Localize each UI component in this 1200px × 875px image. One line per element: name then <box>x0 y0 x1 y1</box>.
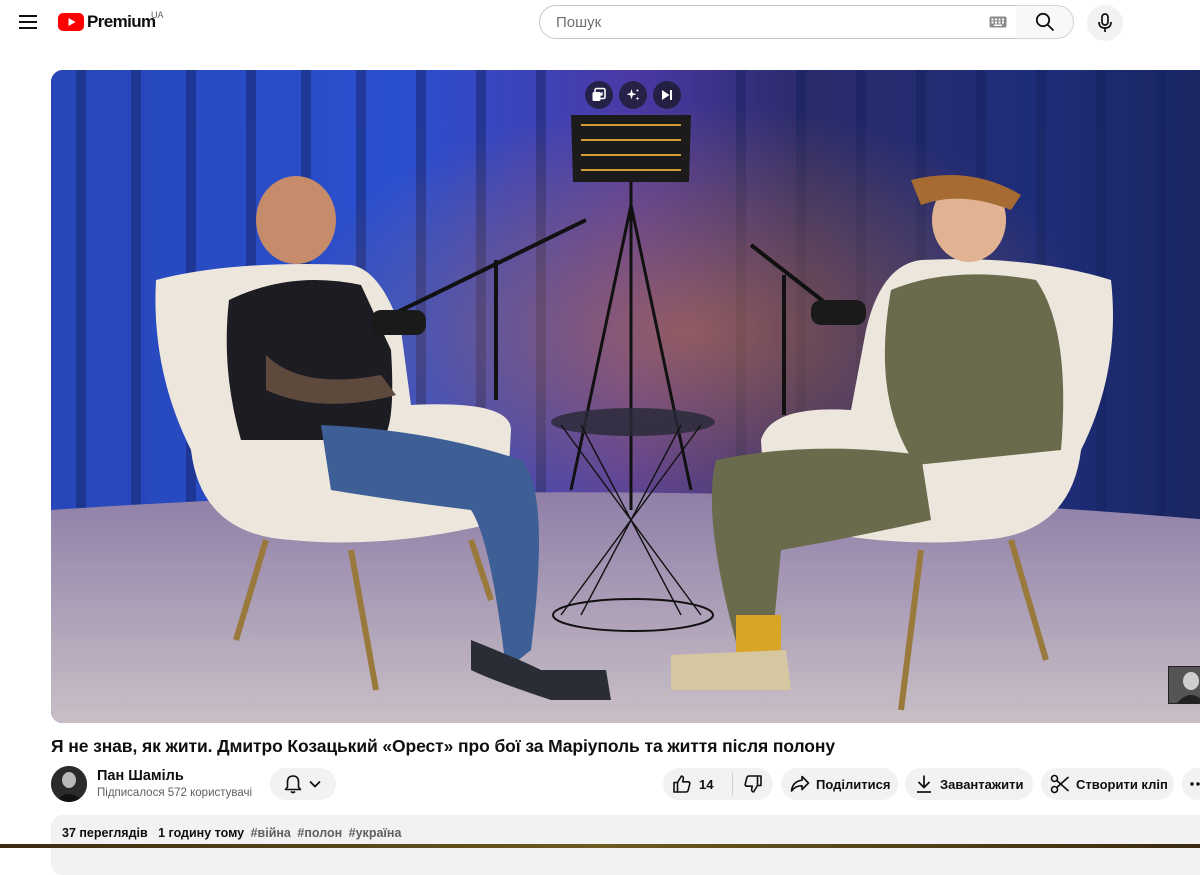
search-input[interactable] <box>554 12 978 32</box>
menu-icon <box>19 15 37 29</box>
download-button[interactable]: Завантажити <box>905 768 1033 800</box>
chevron-down-icon <box>309 780 321 788</box>
download-label: Завантажити <box>940 776 1024 792</box>
search-icon <box>1035 12 1054 32</box>
scissors-icon <box>1050 774 1070 794</box>
channel-watermark[interactable] <box>1168 666 1200 704</box>
region-code: UA <box>151 10 164 20</box>
thumbs-down-icon <box>744 775 763 793</box>
create-clip-label: Створити кліп <box>1076 776 1168 792</box>
publish-time: 1 годину тому <box>158 826 245 840</box>
like-dislike-group: 14 <box>663 768 773 800</box>
download-icon <box>917 775 931 793</box>
more-icon <box>1190 782 1200 786</box>
bottom-edge-strip <box>0 844 1200 848</box>
view-count: 37 переглядів <box>62 826 148 840</box>
keyboard-icon[interactable] <box>989 16 1007 28</box>
hashtag-link[interactable]: #війна <box>251 826 291 840</box>
bell-icon <box>284 775 302 794</box>
mic-icon <box>1098 13 1112 32</box>
dislike-button[interactable] <box>733 768 773 800</box>
channel-name[interactable]: Пан Шаміль <box>97 768 184 784</box>
channel-avatar[interactable] <box>51 766 87 802</box>
youtube-logo-icon <box>58 13 84 31</box>
video-player[interactable] <box>51 70 1200 723</box>
more-actions-button[interactable] <box>1182 768 1200 800</box>
ai-sparkle-icon <box>626 89 640 101</box>
subscriber-count: Підписалося 572 користувачі <box>97 787 253 799</box>
voice-search-button[interactable] <box>1087 5 1123 41</box>
skip-next-button[interactable] <box>653 81 681 109</box>
miniplayer-button[interactable] <box>585 81 613 109</box>
hashtag-link[interactable]: #україна <box>349 826 402 840</box>
hashtag-link[interactable]: #полон <box>297 826 342 840</box>
logo-text: Premium <box>87 12 156 31</box>
menu-button[interactable] <box>14 8 42 36</box>
share-icon <box>790 775 810 792</box>
miniplayer-icon <box>592 87 606 101</box>
thumbs-up-icon <box>673 775 691 793</box>
notifications-button[interactable] <box>270 768 336 800</box>
search-box <box>539 5 1017 39</box>
masthead: Premium UA <box>0 0 1200 46</box>
search-button[interactable] <box>1016 5 1074 39</box>
player-overlay-controls <box>585 81 681 109</box>
avatar-portrait-icon <box>51 766 87 802</box>
share-label: Поділитися <box>816 776 891 792</box>
video-frame <box>51 70 1200 723</box>
like-count: 14 <box>699 776 714 792</box>
ai-sparkle-button[interactable] <box>619 81 647 109</box>
youtube-premium-logo[interactable]: Premium <box>58 12 156 32</box>
watermark-portrait-icon <box>1169 667 1200 703</box>
video-title: Я не знав, як жити. Дмитро Козацький «Ор… <box>51 736 835 756</box>
skip-next-icon <box>662 90 672 100</box>
share-button[interactable]: Поділитися <box>781 768 898 800</box>
like-button[interactable]: 14 <box>663 768 734 800</box>
description-metadata: 37 переглядів 1 годину тому #війна #поло… <box>62 826 401 840</box>
create-clip-button[interactable]: Створити кліп <box>1041 768 1174 800</box>
